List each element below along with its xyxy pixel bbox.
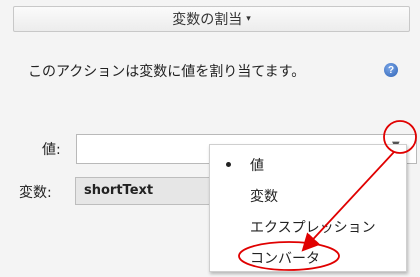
assign-variable-panel: 変数の割当 ▾ このアクションは変数に値を割り当てます。 ? 値: ▼ 変数: … [0,0,420,277]
converter-highlight-ellipse [238,241,340,271]
annotation-overlay [238,120,417,271]
annotation-arrow [301,151,395,252]
dropdown-highlight-circle [383,120,417,154]
